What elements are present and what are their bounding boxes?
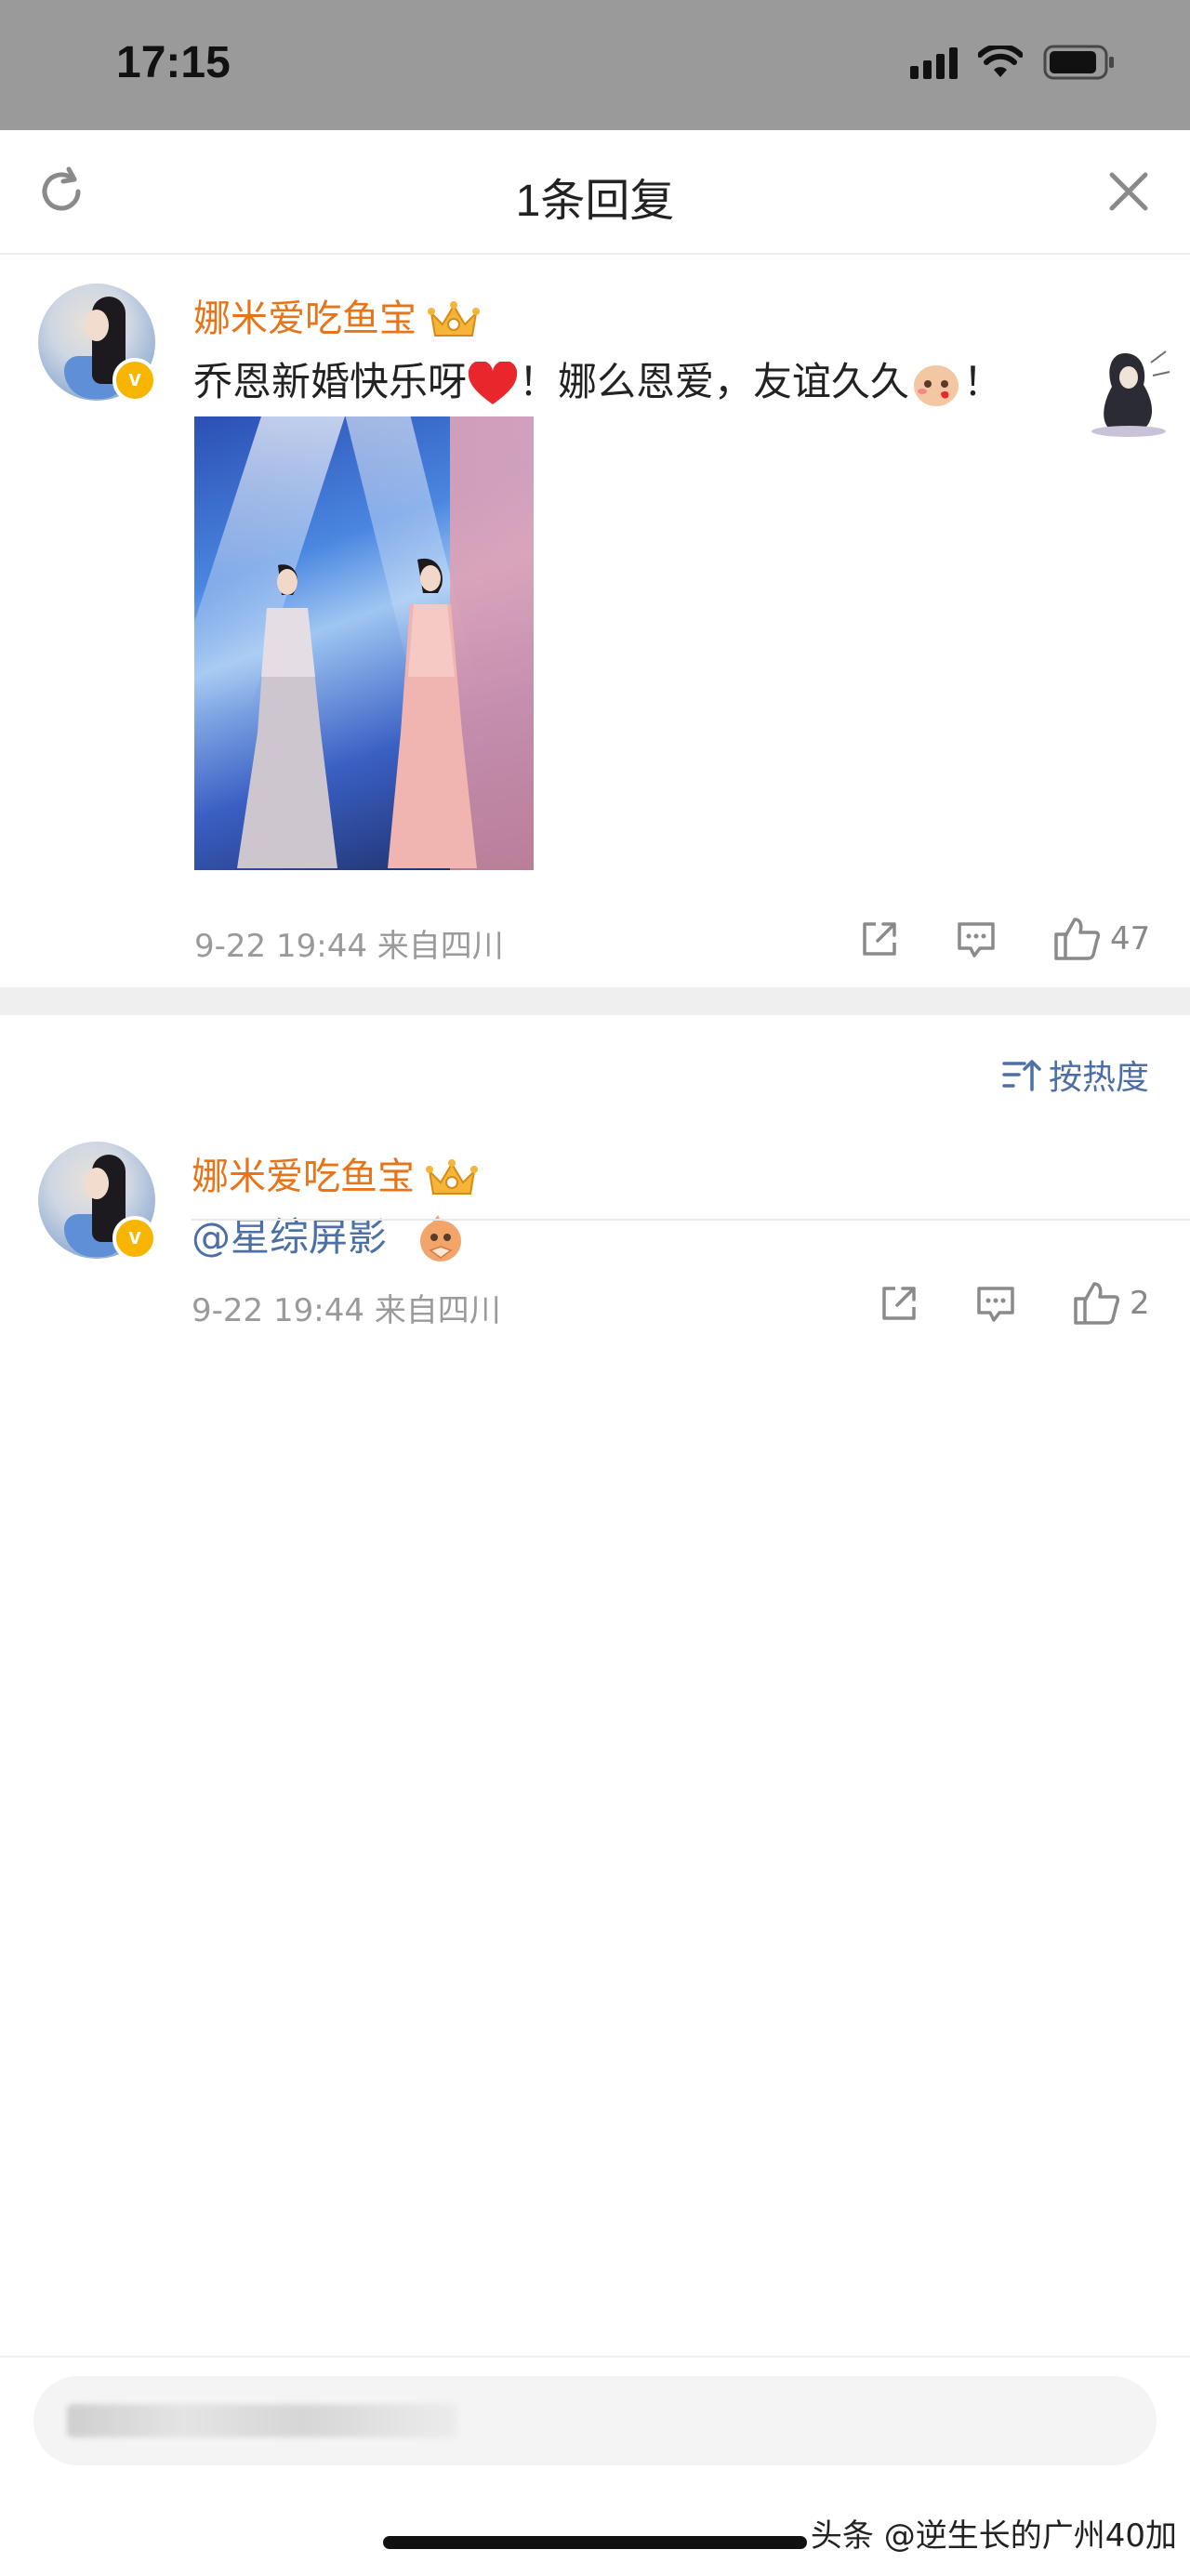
username-text: 娜米爱吃鱼宝	[192, 1156, 415, 1198]
comment-icon	[977, 1287, 1014, 1322]
crown-icon	[426, 1159, 478, 1195]
like-button[interactable]: 2	[1072, 1280, 1150, 1327]
red-heart-icon	[468, 361, 518, 404]
comment-username[interactable]: 娜米爱吃鱼宝	[193, 288, 480, 342]
close-icon[interactable]	[1101, 164, 1157, 219]
reply-username[interactable]: 娜米爱吃鱼宝	[192, 1146, 478, 1200]
status-time: 17:15	[116, 38, 231, 87]
reply-button[interactable]	[973, 1281, 1018, 1326]
share-button[interactable]	[857, 917, 902, 961]
reply-sheet: 1条回复	[0, 130, 1190, 2574]
avatar[interactable]: v	[38, 284, 157, 403]
username-text: 娜米爱吃鱼宝	[193, 297, 416, 340]
sort-by-hot-button[interactable]: 按热度	[1000, 1050, 1149, 1099]
share-icon	[882, 1287, 916, 1320]
reply-button[interactable]	[954, 917, 998, 961]
reply-meta: 9-22 19:44 来自四川	[192, 1292, 501, 1329]
like-count: 2	[1130, 1285, 1150, 1322]
status-bar: 17:15	[0, 0, 1190, 130]
crown-icon	[428, 301, 480, 337]
page-title: 1条回复	[515, 177, 675, 226]
divider	[192, 1219, 1190, 1221]
verified-badge-icon: v	[112, 1216, 157, 1261]
sort-label: 按热度	[1048, 1059, 1149, 1097]
sort-icon	[1002, 1060, 1041, 1091]
comment-text-part1: 乔恩新婚快乐呀	[193, 359, 468, 404]
comment-actions: 47	[857, 916, 1150, 962]
mention-link[interactable]: @星综屏影	[192, 1214, 387, 1260]
verified-badge-icon: v	[112, 358, 157, 403]
battery-icon	[1043, 45, 1114, 80]
decorative-sticker-icon	[1091, 350, 1170, 437]
watermark: 头条 @逆生长的广州40加	[810, 2517, 1177, 2555]
comment-icon	[958, 922, 995, 958]
reply-actions: 2	[877, 1280, 1150, 1327]
status-icons	[910, 45, 1116, 80]
cute-face-emoji-icon	[914, 364, 959, 406]
like-count: 47	[1110, 920, 1151, 958]
home-indicator[interactable]	[383, 2536, 807, 2549]
comment-text: 乔恩新婚快乐呀 ！娜么恩爱，友谊久久 ！	[193, 350, 1002, 410]
cellular-signal-icon	[910, 46, 958, 79]
comment-photo[interactable]	[194, 416, 534, 870]
blurred-placeholder	[67, 2404, 457, 2437]
reply-input[interactable]	[33, 2376, 1157, 2465]
sheet-header: 1条回复	[0, 130, 1190, 255]
share-button[interactable]	[877, 1281, 921, 1326]
singer-figure-right	[388, 558, 477, 868]
comment-text-part2: ！娜么恩爱，友谊久久	[519, 359, 910, 404]
singer-figure-left	[237, 564, 337, 868]
thumbs-up-icon	[1074, 1282, 1120, 1325]
like-button[interactable]: 47	[1052, 916, 1150, 962]
reply-text: @星综屏影	[192, 1206, 468, 1267]
comment-text-part3: ！	[963, 359, 1003, 404]
comment-meta: 9-22 19:44 来自四川	[194, 928, 504, 965]
avatar[interactable]: v	[38, 1142, 157, 1261]
thumbs-up-icon	[1054, 918, 1101, 960]
share-icon	[863, 922, 896, 956]
mascot-emoji-icon	[420, 1214, 462, 1262]
wifi-icon	[978, 46, 1023, 77]
section-divider	[0, 987, 1190, 1015]
